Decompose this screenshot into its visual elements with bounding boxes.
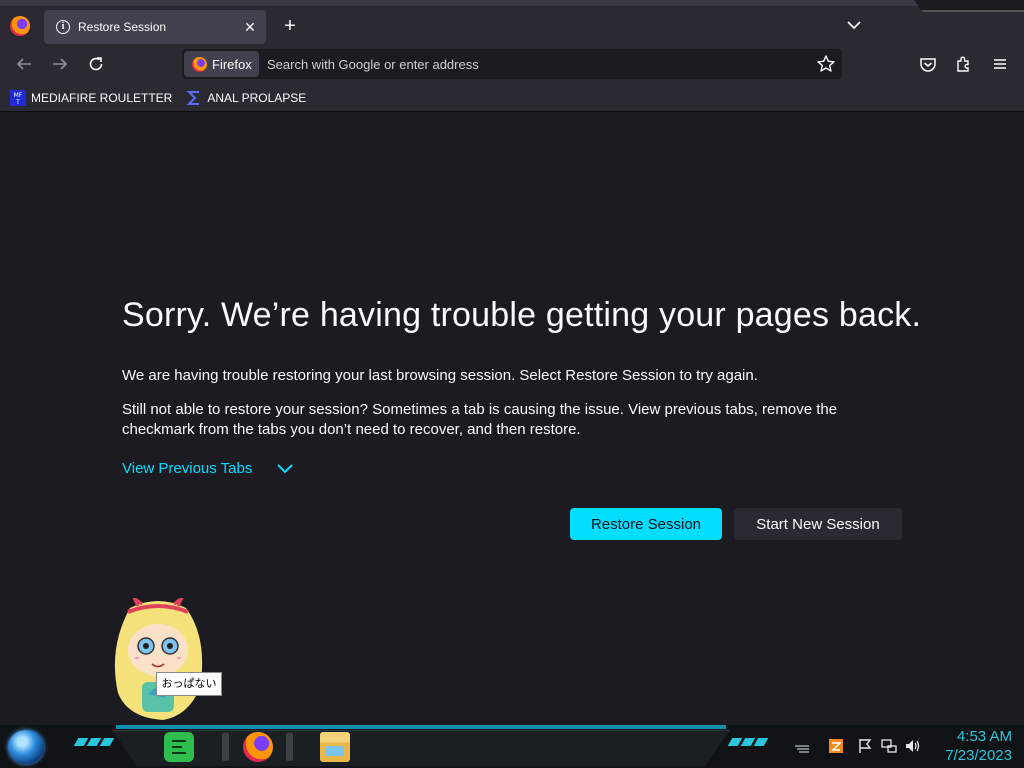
identity-box[interactable]: Firefox (184, 51, 259, 77)
bookmark-label: MEDIAFIRE ROULETTER (31, 90, 173, 105)
clock-date: 7/23/2023 (945, 747, 1012, 764)
view-previous-tabs-toggle[interactable]: View Previous Tabs (122, 460, 294, 477)
bookmark-mediafire-rouletter[interactable]: MF T MEDIAFIRE ROULETTER (10, 87, 176, 109)
svg-text:MF: MF (14, 92, 23, 99)
folder-icon (326, 746, 344, 756)
window-frame-decoration (914, 0, 1024, 12)
hamburger-menu-icon (994, 59, 1006, 69)
page-title: Sorry. We’re having trouble getting your… (122, 296, 922, 334)
pocket-button[interactable] (916, 52, 940, 76)
troubleshoot-description: Still not able to restore your session? … (122, 401, 838, 438)
action-center-flag-icon[interactable] (856, 737, 874, 755)
forward-button[interactable] (48, 52, 72, 76)
taskbar-chevron-decoration (73, 738, 115, 748)
show-hidden-icons-icon[interactable] (793, 737, 811, 755)
reload-button[interactable] (84, 52, 108, 76)
puzzle-icon (957, 56, 969, 72)
forward-arrow-icon (53, 58, 68, 70)
chevron-down-icon[interactable] (845, 16, 863, 34)
taskbar-chevron-decoration (727, 738, 769, 748)
pocket-icon (920, 58, 936, 72)
tab-strip: i Restore Session ✕ + (0, 0, 1024, 44)
address-bar[interactable]: Firefox (182, 49, 842, 79)
firefox-app-button[interactable] (243, 732, 273, 762)
tab-title: Restore Session (78, 20, 167, 34)
menu-button[interactable] (988, 52, 1012, 76)
file-explorer-app-button[interactable] (320, 732, 350, 762)
chevron-down-icon (277, 463, 294, 473)
volume-icon[interactable] (904, 737, 922, 755)
bookmark-anal-prolapse[interactable]: ANAL PROLAPSE (186, 87, 310, 109)
bookmark-label: ANAL PROLAPSE (207, 90, 307, 105)
identity-label: Firefox (212, 56, 252, 72)
mediafire-favicon-icon: MFT (10, 89, 26, 106)
tab-restore-session[interactable]: i Restore Session ✕ (44, 10, 266, 44)
start-button-orb[interactable] (8, 730, 44, 764)
restore-description: We are having trouble restoring your las… (122, 367, 758, 384)
taskbar-separator (222, 733, 229, 761)
navigation-toolbar: Firefox (0, 44, 1024, 84)
new-tab-button[interactable]: + (280, 14, 300, 38)
taskbar: 4:53 AM 7/23/2023 (0, 725, 1024, 768)
taskbar-glow (116, 725, 726, 729)
network-icon[interactable] (880, 737, 898, 755)
taskbar-separator (286, 733, 293, 761)
svg-text:T: T (15, 99, 20, 106)
back-arrow-icon (16, 58, 31, 70)
taskbar-dock (112, 730, 730, 766)
system-clock[interactable]: 4:53 AM 7/23/2023 (945, 727, 1012, 765)
view-previous-tabs-label: View Previous Tabs (122, 460, 253, 477)
notes-icon (172, 740, 186, 754)
start-new-session-button[interactable]: Start New Session (734, 508, 902, 540)
info-icon: i (56, 20, 70, 34)
url-input[interactable] (267, 49, 807, 79)
extensions-button[interactable] (952, 52, 976, 76)
close-tab-icon[interactable]: ✕ (242, 19, 258, 35)
mascot-tooltip: おっぱない (156, 672, 222, 696)
back-button[interactable] (12, 52, 36, 76)
sigma-favicon-icon (186, 90, 200, 105)
restore-session-button[interactable]: Restore Session (570, 508, 722, 540)
clock-time: 4:53 AM (956, 728, 1012, 745)
app-tray-icon[interactable] (827, 737, 845, 755)
firefox-view-icon[interactable] (10, 16, 30, 36)
bookmarks-toolbar: MF T MEDIAFIRE ROULETTER ANAL PROLAPSE (0, 84, 1024, 112)
desktop-mascot-image[interactable] (108, 598, 208, 723)
notes-app-button[interactable] (164, 732, 194, 762)
reload-icon (89, 57, 103, 71)
bookmark-star-icon[interactable] (816, 54, 836, 74)
firefox-logo-icon (192, 56, 207, 72)
